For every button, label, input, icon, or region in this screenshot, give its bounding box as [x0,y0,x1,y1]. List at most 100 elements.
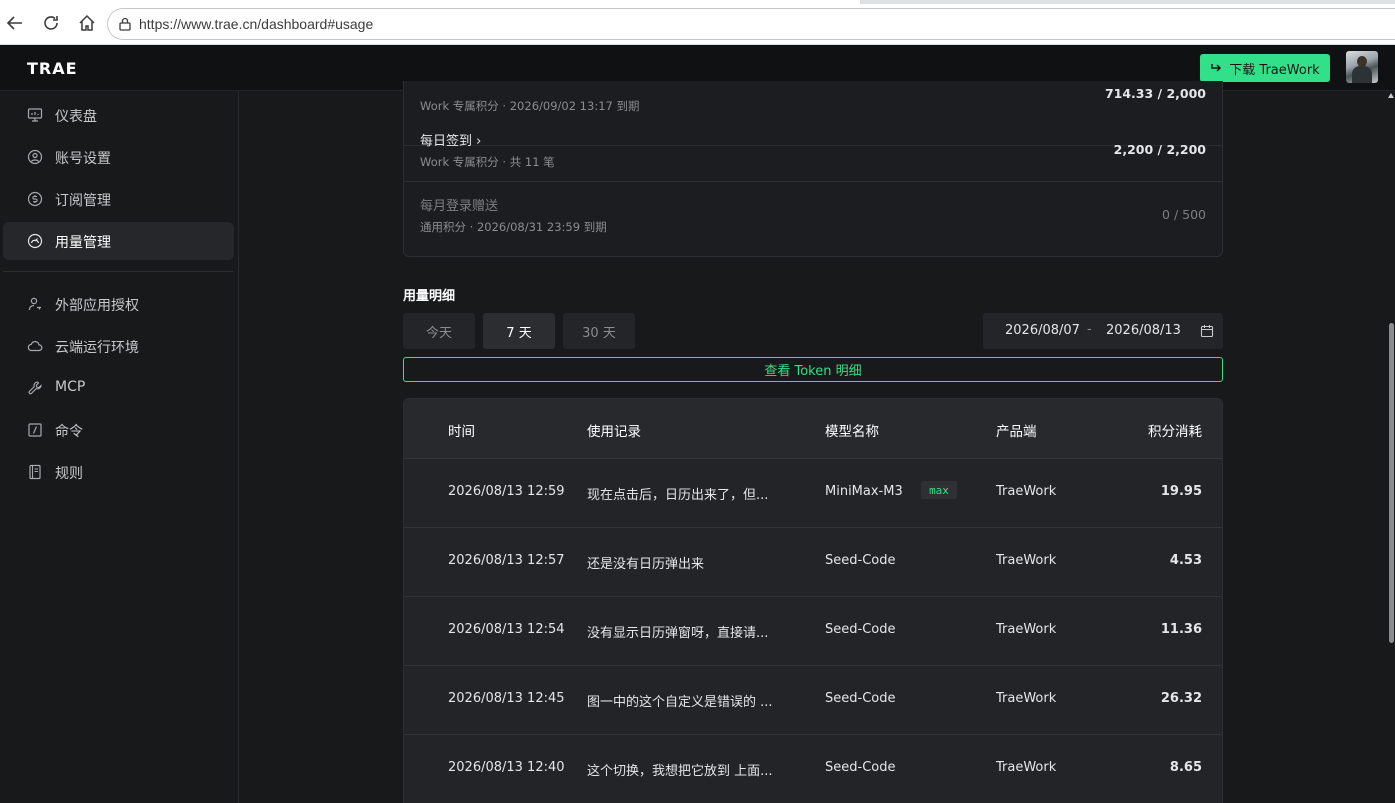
date-from[interactable]: 2026/08/07 [1005,323,1080,338]
range-today-button[interactable]: 今天 [403,313,475,349]
usage-table: 时间 使用记录 模型名称 产品端 积分消耗 2026/08/13 12:59 现… [403,398,1223,803]
user-key-icon [28,297,41,311]
tab-strip [0,0,1395,4]
credit-row[interactable]: 每日签到 › Work 专属积分 · 共 11 笔 2,200 / 2,200 [404,117,1222,182]
slash-box-icon [28,423,42,437]
row-model: Seed-Code [825,691,896,706]
sidebar-item-account[interactable]: 账号设置 [3,138,234,176]
cloud-icon [27,341,43,352]
avatar[interactable] [1346,51,1378,83]
date-separator: - [1087,322,1092,337]
token-detail-button[interactable]: 查看 Token 明细 [403,357,1223,382]
date-range-picker[interactable]: 2026/08/07 - 2026/08/13 [983,313,1223,349]
book-icon [29,464,41,480]
sidebar: 仪表盘 账号设置 订阅管理 用量管理 外部应用授权 云端运行环境 MCP 命令 … [0,91,239,803]
download-button[interactable]: 下载 TraeWork [1200,54,1330,82]
table-row[interactable]: 2026/08/13 12:40 这个切换，我想把它放到 上面... Seed-… [404,735,1222,803]
sidebar-item-cloud-env[interactable]: 云端运行环境 [3,327,234,365]
main-content: Work 专属积分 · 2026/09/02 13:17 到期 714.33 /… [240,81,1388,803]
page-scrollbar[interactable] [1388,91,1395,803]
credit-row: 每月登录赠送 通用积分 · 2026/08/31 23:59 到期 0 / 50… [404,182,1222,247]
sidebar-item-label: 订阅管理 [55,193,111,209]
credit-value: 2,200 / 2,200 [1113,142,1206,157]
sidebar-item-label: 命令 [55,424,83,440]
download-label: 下载 TraeWork [1229,62,1320,78]
date-to[interactable]: 2026/08/13 [1106,323,1181,338]
table-row[interactable]: 2026/08/13 12:57 还是没有日历弹出来 Seed-Code Tra… [404,528,1222,597]
back-button[interactable] [4,12,26,34]
row-model: Seed-Code [825,553,896,568]
sidebar-item-label: 外部应用授权 [55,298,139,314]
sidebar-item-label: 仪表盘 [55,109,97,125]
trae-logo[interactable]: TRAE [27,59,78,78]
sidebar-item-label: 用量管理 [55,235,111,251]
sidebar-item-label: MCP [55,379,86,395]
sidebar-item-mcp[interactable]: MCP [3,369,234,407]
credit-value: 714.33 / 2,000 [1104,86,1206,101]
monitor-icon [27,108,43,122]
row-model: Seed-Code [825,622,896,637]
calendar-icon[interactable] [1200,324,1214,338]
row-time: 2026/08/13 12:57 [448,553,565,568]
column-client: 产品端 [996,424,1037,440]
range-7d-button[interactable]: 7 天 [483,313,555,349]
row-client: TraeWork [996,760,1057,775]
sidebar-item-usage[interactable]: 用量管理 [3,222,234,260]
sidebar-item-rules[interactable]: 规则 [3,453,234,491]
column-cost: 积分消耗 [1148,424,1202,440]
table-row[interactable]: 2026/08/13 12:45 图一中的这个自定义是错误的 ... Seed-… [404,666,1222,735]
row-time: 2026/08/13 12:40 [448,760,565,775]
dollar-circle-icon [27,191,43,207]
row-client: TraeWork [996,484,1057,499]
row-cost: 26.32 [1160,691,1202,706]
credit-value: 0 / 500 [1162,207,1206,222]
row-time: 2026/08/13 12:54 [448,622,565,637]
row-cost: 19.95 [1160,484,1202,499]
sidebar-item-commands[interactable]: 命令 [3,411,234,449]
max-badge: max [921,481,957,499]
table-header: 时间 使用记录 模型名称 产品端 积分消耗 [404,399,1222,459]
row-record: 没有显示日历弹窗呀，直接请... [587,626,769,641]
credit-sub: 通用积分 · 2026/08/31 23:59 到期 [420,220,607,234]
column-time: 时间 [448,424,475,440]
row-cost: 11.36 [1160,622,1202,637]
wrench-icon [28,381,42,395]
reload-icon [44,16,58,30]
home-button[interactable] [76,12,98,34]
user-circle-icon [27,149,43,165]
sidebar-item-dashboard[interactable]: 仪表盘 [3,96,234,134]
row-client: TraeWork [996,622,1057,637]
credit-sub: Work 专属积分 · 2026/09/02 13:17 到期 [420,99,640,113]
sidebar-item-label: 云端运行环境 [55,340,139,356]
download-arrow-icon [1211,64,1222,72]
home-icon [79,14,95,31]
section-title: 用量明细 [403,289,456,304]
row-time: 2026/08/13 12:45 [448,691,565,706]
credit-sub: Work 专属积分 · 共 11 笔 [420,155,555,169]
row-model: MiniMax-M3 [825,484,903,499]
sidebar-item-subscription[interactable]: 订阅管理 [3,180,234,218]
lock-icon [119,17,131,31]
range-30d-button[interactable]: 30 天 [563,313,635,349]
sidebar-divider [3,271,234,272]
scrollbar-thumb[interactable] [1389,323,1394,643]
sidebar-item-external-auth[interactable]: 外部应用授权 [3,285,234,323]
row-record: 现在点击后，日历出来了，但... [587,488,769,503]
reload-button[interactable] [40,12,62,34]
column-record: 使用记录 [587,424,641,440]
url-text: https://www.trae.cn/dashboard#usage [139,16,374,32]
table-row[interactable]: 2026/08/13 12:59 现在点击后，日历出来了，但... MiniMa… [404,459,1222,528]
table-row[interactable]: 2026/08/13 12:54 没有显示日历弹窗呀，直接请... Seed-C… [404,597,1222,666]
column-model: 模型名称 [825,424,879,440]
gauge-icon [27,233,43,249]
credit-title[interactable]: 每日签到 › [420,130,481,149]
browser-toolbar: https://www.trae.cn/dashboard#usage [0,0,1395,45]
address-bar[interactable]: https://www.trae.cn/dashboard#usage [107,8,1395,40]
credit-title: 每月登录赠送 [420,199,499,214]
sidebar-item-label: 规则 [55,466,83,482]
row-cost: 4.53 [1169,553,1202,568]
row-time: 2026/08/13 12:59 [448,484,565,499]
scroll-up-icon[interactable] [1388,93,1394,98]
back-arrow-icon [6,16,22,30]
row-record: 这个切换，我想把它放到 上面... [587,764,773,779]
